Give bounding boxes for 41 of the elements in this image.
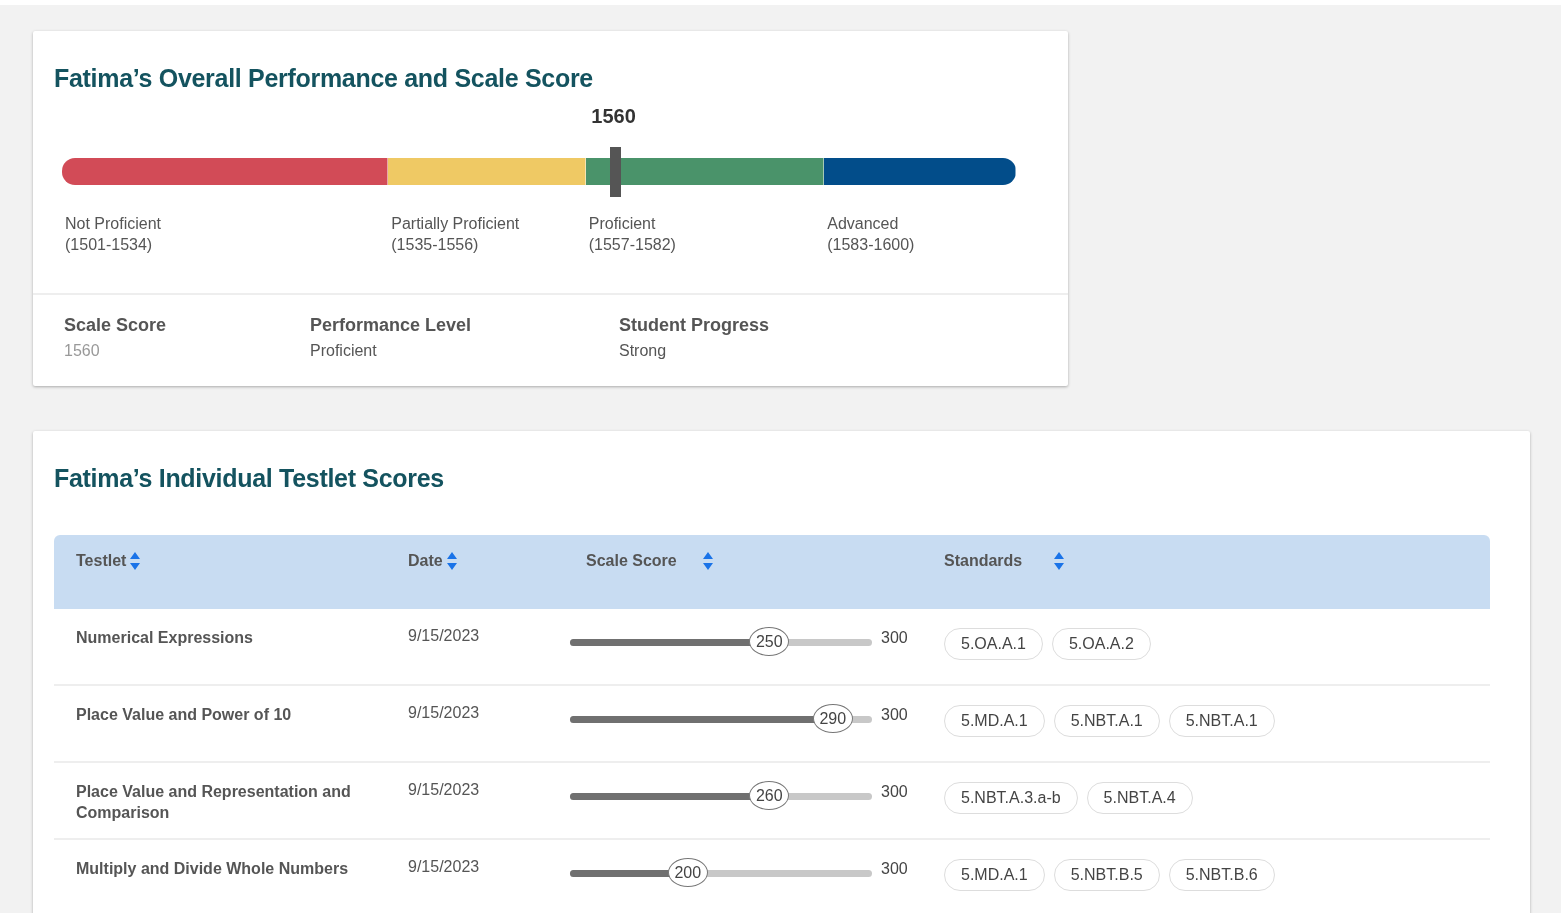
max-score: 300 [881,860,908,878]
sort-icon [1054,552,1065,570]
score-thumb: 250 [749,627,790,656]
column-header[interactable]: Testlet [76,552,141,570]
sort-icon [702,552,713,570]
stat-label: Student Progress [619,315,771,336]
score-thumb: 260 [749,781,790,810]
stat-label: Performance Level [310,315,473,336]
stat-value: Proficient [310,342,378,360]
score-thumb: 200 [667,858,708,887]
sort-icon [130,552,141,570]
max-score: 300 [881,706,908,724]
band-name: Partially Proficient [391,214,521,234]
sort-icon [446,552,457,570]
test-date: 9/15/2023 [408,686,570,763]
card-title: Fatima’s Overall Performance and Scale Score [53,63,594,93]
stat-value: Strong [619,342,668,360]
column-header[interactable]: Standards [944,552,1065,570]
test-date: 9/15/2023 [408,763,570,840]
stat-value: 1560 [64,342,101,360]
max-score: 300 [881,629,908,647]
band-name: Not Proficient [65,214,163,234]
score-thumb: 290 [812,704,853,733]
testlet-name: Multiply and Divide Whole Numbers [54,840,408,913]
testlet-name: Place Value and Power of 10 [54,686,408,763]
test-date: 9/15/2023 [408,840,570,913]
card-title: Fatima’s Individual Testlet Scores [54,464,445,493]
testlet-name: Place Value and Representation and Comparison [54,763,408,840]
column-header[interactable]: Scale Score [586,552,713,570]
stat-label: Scale Score [64,315,168,336]
band-name: Advanced [827,214,900,234]
column-header[interactable]: Date [408,552,457,570]
band-name: Proficient [588,214,657,234]
band-range: (1583-1600) [827,235,916,255]
testlet-name: Numerical Expressions [54,609,408,686]
band-range: (1557-1582) [588,235,677,255]
band-range: (1501-1534) [65,235,154,255]
max-score: 300 [881,783,908,801]
band-range: (1535-1556) [391,235,480,255]
score-value: 1560 [591,105,636,127]
test-date: 9/15/2023 [408,609,570,686]
